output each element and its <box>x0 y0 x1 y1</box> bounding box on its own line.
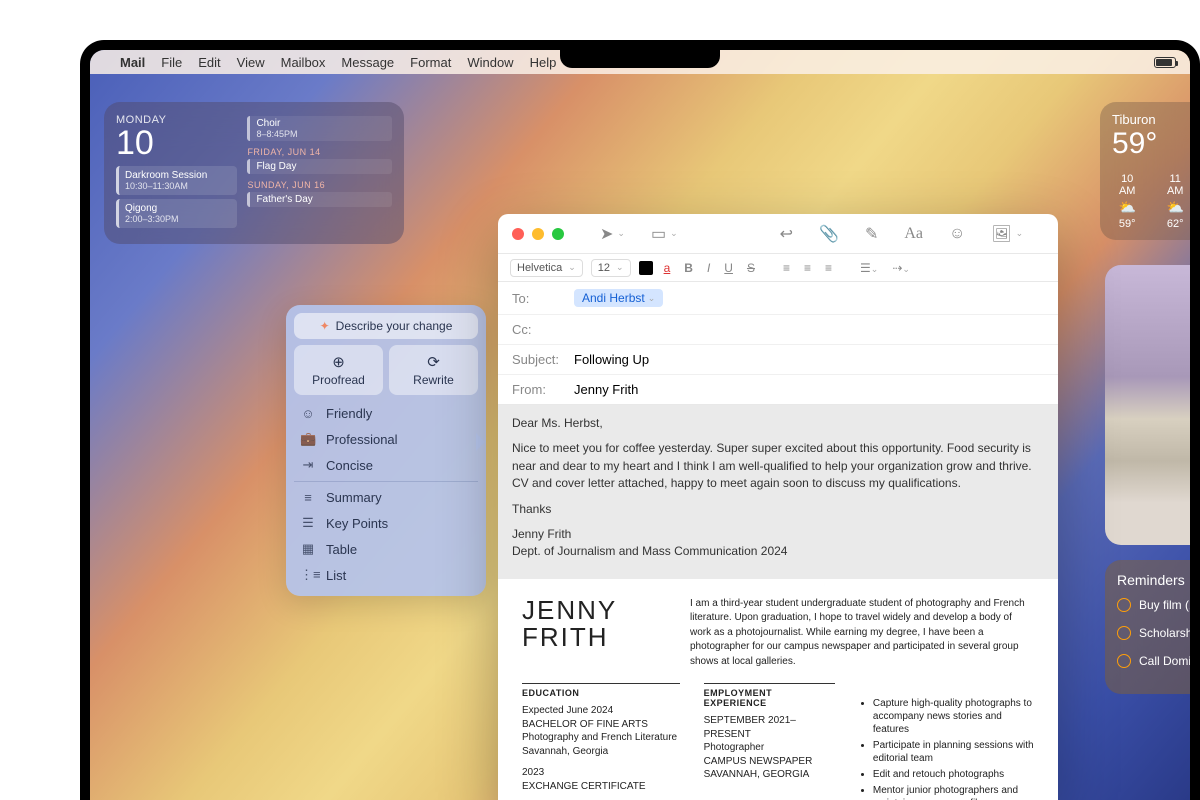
menu-view[interactable]: View <box>237 55 265 70</box>
chevron-down-icon[interactable]: ⌄ <box>617 228 625 239</box>
format-bar: Helvetica⌄ 12⌄ a B I U S ≡ ≡ ≡ ☰⌄ ⇢⌄ <box>498 254 1058 282</box>
size-select[interactable]: 12⌄ <box>591 259 631 277</box>
calendar-date: 10 <box>116 126 237 160</box>
from-field[interactable]: Jenny Frith <box>574 382 638 397</box>
menu-edit[interactable]: Edit <box>198 55 220 70</box>
tone-concise[interactable]: ⇥Concise <box>294 452 478 478</box>
writing-tools-panel: ✦Describe your change ⊕Proofread ⟳Rewrit… <box>286 305 486 596</box>
battery-icon[interactable] <box>1154 57 1176 68</box>
font-icon[interactable]: Aa <box>904 225 923 243</box>
calendar-event: Qigong 2:00–3:30PM <box>116 199 237 228</box>
bullet-icon: ⋮≡ <box>300 567 316 583</box>
align-right-icon[interactable]: ≡ <box>822 261 835 275</box>
tone-friendly[interactable]: ☺Friendly <box>294 401 478 426</box>
reminder-checkbox-icon[interactable] <box>1117 654 1131 668</box>
minimize-button[interactable] <box>532 228 544 240</box>
photo-icon[interactable]: 🖼 <box>991 224 1011 244</box>
magnify-icon: ⊕ <box>298 353 379 371</box>
rewrite-button[interactable]: ⟳Rewrite <box>389 345 478 395</box>
weather-icon: ⛅ <box>1160 199 1190 216</box>
reminders-title: Reminders <box>1117 572 1190 588</box>
calendar-widget[interactable]: MONDAY 10 Darkroom Session 10:30–11:30AM… <box>104 102 404 244</box>
chevron-down-icon[interactable]: ⌄ <box>1016 228 1024 239</box>
photos-widget[interactable] <box>1105 265 1190 545</box>
markup-icon[interactable]: ✎ <box>865 224 878 244</box>
message-body[interactable]: Dear Ms. Herbst, Nice to meet you for co… <box>498 405 1058 800</box>
send-icon[interactable]: ➤ <box>600 224 613 244</box>
menu-format[interactable]: Format <box>410 55 451 70</box>
italic-button[interactable]: I <box>704 261 713 275</box>
menu-mailbox[interactable]: Mailbox <box>281 55 326 70</box>
calendar-event: Flag Day <box>247 159 392 174</box>
align-center-icon[interactable]: ≡ <box>801 261 814 275</box>
rewrite-icon: ⟳ <box>393 353 474 371</box>
align-left-icon[interactable]: ≡ <box>780 261 793 275</box>
to-label: To: <box>512 291 574 306</box>
laptop-notch <box>560 40 720 68</box>
weather-location: Tiburon <box>1112 112 1190 127</box>
calendar-event: Darkroom Session 10:30–11:30AM <box>116 166 237 195</box>
cc-label: Cc: <box>512 322 574 337</box>
menu-window[interactable]: Window <box>467 55 513 70</box>
weather-widget[interactable]: Tiburon 59° 10 AM⛅59° 11 AM⛅62° <box>1100 102 1190 240</box>
underline-button[interactable]: U <box>721 261 736 275</box>
reply-icon[interactable]: ↩︎ <box>780 224 793 244</box>
summary-icon: ≡ <box>300 490 316 505</box>
describe-change-button[interactable]: ✦Describe your change <box>294 313 478 339</box>
zoom-button[interactable] <box>552 228 564 240</box>
smile-icon: ☺ <box>300 406 316 421</box>
compress-icon: ⇥ <box>300 457 316 473</box>
subject-field[interactable]: Following Up <box>574 352 649 367</box>
menu-help[interactable]: Help <box>530 55 557 70</box>
calendar-event: Choir 8–8:45PM <box>247 116 392 141</box>
resume-attachment: JENNYFRITH I am a third-year student und… <box>498 579 1058 800</box>
format-keypoints[interactable]: ☰Key Points <box>294 510 478 536</box>
window-titlebar[interactable]: ➤ ⌄ ▭ ⌄ ↩︎ 📎 ✎ Aa ☺ 🖼 ⌄ <box>498 214 1058 254</box>
reminder-checkbox-icon[interactable] <box>1117 598 1131 612</box>
list-icon: ☰ <box>300 515 316 531</box>
calendar-day-label: MONDAY <box>116 114 237 126</box>
indent-button[interactable]: ⇢⌄ <box>889 261 913 275</box>
weather-temp: 59° <box>1112 127 1190 161</box>
table-icon: ▦ <box>300 541 316 557</box>
format-table[interactable]: ▦Table <box>294 536 478 562</box>
reminder-item[interactable]: Buy film (12 <box>1117 598 1190 612</box>
recipient-token[interactable]: Andi Herbst⌄ <box>574 289 663 307</box>
menu-message[interactable]: Message <box>341 55 394 70</box>
strike-button[interactable]: S <box>744 261 758 275</box>
close-button[interactable] <box>512 228 524 240</box>
tone-professional[interactable]: 💼Professional <box>294 426 478 452</box>
emoji-icon[interactable]: ☺ <box>949 225 965 243</box>
font-select[interactable]: Helvetica⌄ <box>510 259 583 277</box>
sparkle-icon: ✦ <box>320 319 330 333</box>
format-list[interactable]: ⋮≡List <box>294 562 478 588</box>
color-swatch[interactable] <box>639 261 653 275</box>
text-color-icon[interactable]: a <box>661 261 674 275</box>
subject-label: Subject: <box>512 352 574 367</box>
calendar-event: Father's Day <box>247 192 392 207</box>
list-button[interactable]: ☰⌄ <box>857 261 881 275</box>
mail-compose-window: ➤ ⌄ ▭ ⌄ ↩︎ 📎 ✎ Aa ☺ 🖼 ⌄ Helvetica⌄ 12⌄ a B … <box>498 214 1058 800</box>
proofread-button[interactable]: ⊕Proofread <box>294 345 383 395</box>
briefcase-icon: 💼 <box>300 431 316 447</box>
bold-button[interactable]: B <box>681 261 696 275</box>
app-menu[interactable]: Mail <box>120 55 145 70</box>
header-fields-icon[interactable]: ▭ <box>651 224 666 244</box>
chevron-down-icon[interactable]: ⌄ <box>670 228 678 239</box>
menu-file[interactable]: File <box>161 55 182 70</box>
weather-icon: ⛅ <box>1112 199 1142 216</box>
from-label: From: <box>512 382 574 397</box>
reminder-item[interactable]: Scholarship <box>1117 626 1190 640</box>
format-summary[interactable]: ≡Summary <box>294 485 478 510</box>
chevron-down-icon[interactable]: ⌄ <box>648 293 656 304</box>
attachment-icon[interactable]: 📎 <box>819 224 839 244</box>
reminder-item[interactable]: Call Domin <box>1117 654 1190 668</box>
reminder-checkbox-icon[interactable] <box>1117 626 1131 640</box>
reminders-widget[interactable]: Reminders Buy film (12 Scholarship Call … <box>1105 560 1190 694</box>
